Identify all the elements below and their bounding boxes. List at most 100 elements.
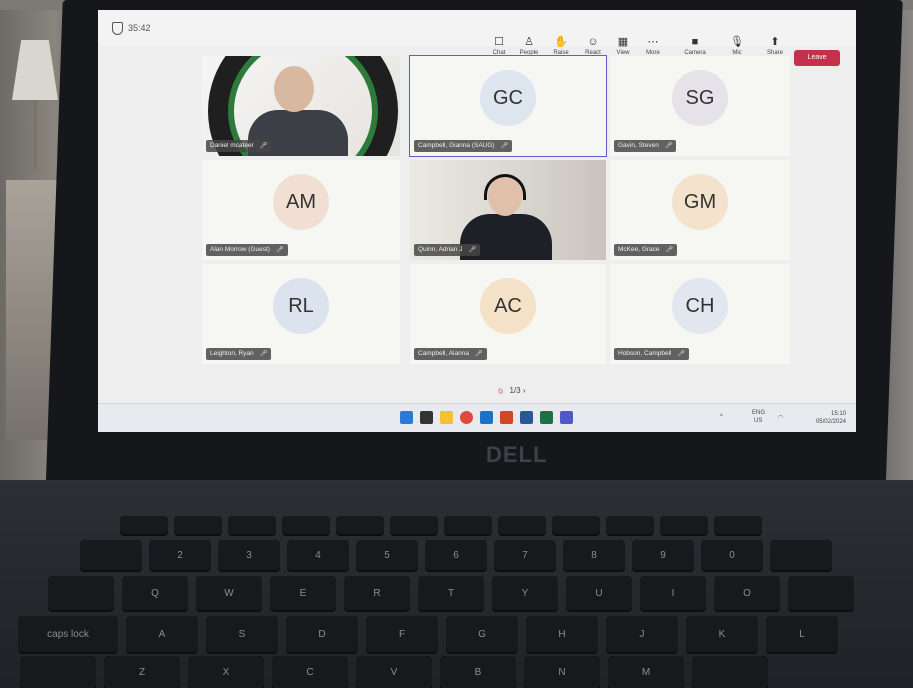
keyboard-key <box>660 516 708 534</box>
leave-button[interactable]: Leave <box>794 50 840 66</box>
mic-muted-icon: 🎤︎ <box>275 247 284 253</box>
tray-chevron-icon[interactable]: ^ <box>720 414 723 420</box>
control-share-button[interactable]: ⬆ Share <box>758 36 792 56</box>
keyboard-key: W <box>196 576 262 610</box>
keyboard-key: 6 <box>425 540 487 570</box>
control-mic-button[interactable]: 🎙 Mic <box>720 36 754 56</box>
participant-tile[interactable]: CH Hobson, Campbell 🎤︎ <box>610 264 790 364</box>
participant-name: Alan Morrow (Guest) <box>210 246 270 253</box>
participant-tile[interactable]: Daniel mcateer 🎤︎ <box>202 56 400 156</box>
keyboard-key: 4 <box>287 540 349 570</box>
keyboard-key: E <box>270 576 336 610</box>
start-icon[interactable] <box>400 411 413 424</box>
keyboard-key: Y <box>492 576 558 610</box>
wifi-icon[interactable]: ◠ <box>778 414 783 421</box>
pager-next-icon[interactable]: › <box>523 386 526 395</box>
keyboard-key: N <box>524 656 600 688</box>
people-icon: ♙ <box>524 36 534 48</box>
control-people-button[interactable]: ♙ People <box>512 36 546 56</box>
avatar: RL <box>273 278 329 334</box>
keyboard-key: 5 <box>356 540 418 570</box>
react-icon: ☺ <box>587 36 599 48</box>
participant-tile[interactable]: Quinn, Adrian J 🎤︎ <box>410 160 606 260</box>
mic-muted-icon: 🎤︎ <box>259 351 268 357</box>
participant-name-tag: Daniel mcateer 🎤︎ <box>206 140 272 152</box>
shield-icon <box>112 22 123 35</box>
mic-muted-icon: 🎤︎ <box>500 143 509 149</box>
keyboard-key <box>552 516 600 534</box>
share-icon: ⬆ <box>770 36 780 48</box>
participant-tile[interactable]: SG Gavin, Steven 🎤︎ <box>610 56 790 156</box>
clock-time: 15:10 <box>830 411 846 417</box>
meeting-timer: 35:42 <box>128 23 151 33</box>
taskbar-clock[interactable]: 15:10 05/02/2024 <box>816 410 846 426</box>
chrome-icon[interactable] <box>460 411 473 424</box>
tray-lang[interactable]: ENG <box>752 410 765 416</box>
control-chat-button[interactable]: ☐ Chat <box>482 36 516 56</box>
participant-tile[interactable]: AM Alan Morrow (Guest) 🎤︎ <box>202 160 400 260</box>
participant-name-tag: Gavin, Steven 🎤︎ <box>614 140 677 152</box>
avatar: GC <box>480 70 536 126</box>
control-more-button[interactable]: ⋯ More <box>636 36 670 56</box>
keyboard-key: A <box>126 616 198 652</box>
keyboard-key: Q <box>122 576 188 610</box>
keyboard-key <box>228 516 276 534</box>
avatar: SG <box>672 70 728 126</box>
excel-icon[interactable] <box>540 411 553 424</box>
participant-name: McKee, Grace <box>618 246 660 253</box>
control-react-button[interactable]: ☺ React <box>576 36 610 56</box>
keyboard-key: B <box>440 656 516 688</box>
keyboard-key: G <box>446 616 518 652</box>
control-camera-button[interactable]: ■ Camera <box>678 36 712 56</box>
teams-icon[interactable] <box>560 411 573 424</box>
mic-muted-icon: 🎤︎ <box>474 351 483 357</box>
avatar: CH <box>672 278 728 334</box>
word-icon[interactable] <box>520 411 533 424</box>
participant-tile[interactable]: RL Leighton, Ryan 🎤︎ <box>202 264 400 364</box>
gallery-pager[interactable]: ⦸ 1/3 › <box>498 386 525 396</box>
participant-tile[interactable]: GC Campbell, Gianna (SAUG) 🎤︎ <box>409 55 607 157</box>
participant-name: Campbell, Alanna <box>418 350 469 357</box>
keyboard-key: C <box>272 656 348 688</box>
control-view-button[interactable]: ▦ View <box>606 36 640 56</box>
keyboard-key: K <box>686 616 758 652</box>
keyboard-key <box>390 516 438 534</box>
prohibited-icon: ⦸ <box>498 386 504 395</box>
chat-icon: ☐ <box>494 36 504 48</box>
participant-tile[interactable]: AC Campbell, Alanna 🎤︎ <box>410 264 606 364</box>
participant-tile[interactable]: GM McKee, Grace 🎤︎ <box>610 160 790 260</box>
mic-muted-icon: 🎤︎ <box>664 143 673 149</box>
keyboard-key: S <box>206 616 278 652</box>
keyboard-key: I <box>640 576 706 610</box>
participant-name: Leighton, Ryan <box>210 350 254 357</box>
file-explorer-icon[interactable] <box>440 411 453 424</box>
keyboard-key: U <box>566 576 632 610</box>
keyboard-key: O <box>714 576 780 610</box>
mic-muted-icon: 🎤︎ <box>468 247 477 253</box>
powerpoint-icon[interactable] <box>500 411 513 424</box>
participant-name-tag: Campbell, Gianna (SAUG) 🎤︎ <box>414 140 513 152</box>
keyboard-key <box>80 540 142 570</box>
participant-name-tag: McKee, Grace 🎤︎ <box>614 244 678 256</box>
keyboard-key <box>788 576 854 610</box>
keyboard-key: 0 <box>701 540 763 570</box>
participant-name: Campbell, Gianna (SAUG) <box>418 142 495 149</box>
participant-name: Hobson, Campbell <box>618 350 672 357</box>
avatar: AC <box>480 278 536 334</box>
keyboard-key: V <box>356 656 432 688</box>
keyboard-key: M <box>608 656 684 688</box>
keyboard-key: J <box>606 616 678 652</box>
keyboard-key: 2 <box>149 540 211 570</box>
raise-hand-icon: ✋ <box>554 36 568 48</box>
mic-muted-icon: 🎤︎ <box>665 247 674 253</box>
keyboard-key <box>692 656 768 688</box>
outlook-icon[interactable] <box>480 411 493 424</box>
keyboard-key: 3 <box>218 540 280 570</box>
keyboard-key: F <box>366 616 438 652</box>
participant-name: Daniel mcateer <box>210 142 254 149</box>
keyboard-key: X <box>188 656 264 688</box>
participant-name-tag: Alan Morrow (Guest) 🎤︎ <box>206 244 288 256</box>
mic-icon: 🎙 <box>730 36 744 48</box>
control-raise-button[interactable]: ✋ Raise <box>544 36 578 56</box>
task-view-icon[interactable] <box>420 411 433 424</box>
